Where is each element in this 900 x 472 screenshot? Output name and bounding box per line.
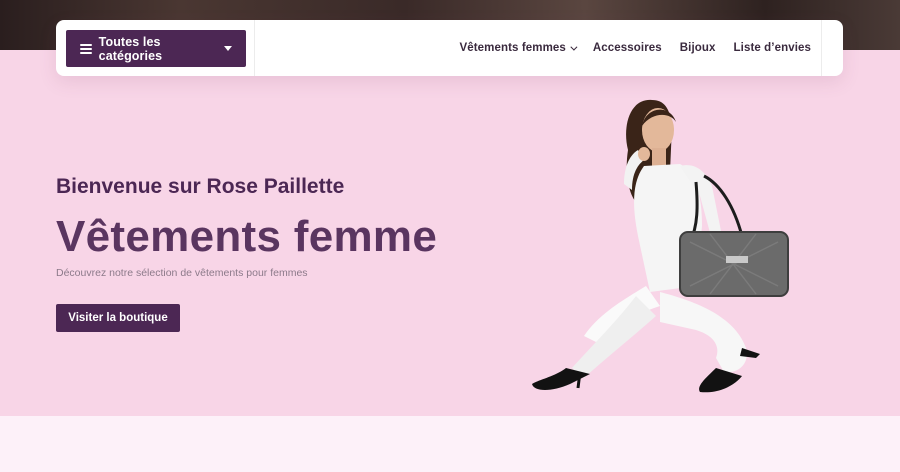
nav-item-label: Liste d’envies bbox=[733, 42, 811, 54]
nav-item-accessoires[interactable]: Accessoires bbox=[593, 42, 662, 54]
hero-welcome-text: Bienvenue sur Rose Paillette bbox=[56, 175, 345, 198]
nav-item-vetements-femmes[interactable]: Vêtements femmes bbox=[459, 42, 578, 54]
all-categories-button[interactable]: Toutes les catégories bbox=[66, 30, 246, 67]
nav-item-bijoux[interactable]: Bijoux bbox=[680, 42, 716, 54]
nav-divider bbox=[821, 20, 822, 76]
nav-item-label: Vêtements femmes bbox=[459, 42, 566, 54]
all-categories-label: Toutes les catégories bbox=[98, 34, 163, 63]
main-navigation: Toutes les catégories Vêtements femmes A… bbox=[56, 20, 843, 76]
caret-down-icon bbox=[224, 46, 232, 51]
hero-headline: Vêtements femme bbox=[56, 212, 438, 261]
hamburger-menu-icon bbox=[80, 43, 92, 54]
nav-item-label: Bijoux bbox=[679, 42, 716, 54]
nav-divider bbox=[254, 20, 255, 76]
hero-model-image bbox=[532, 99, 789, 393]
nav-item-liste-envies[interactable]: Liste d’envies bbox=[734, 42, 811, 54]
hero-subtitle: Découvrez notre sélection de vêtements p… bbox=[56, 267, 308, 279]
chevron-down-icon bbox=[570, 43, 578, 51]
nav-item-label: Accessoires bbox=[592, 42, 662, 54]
visit-shop-button[interactable]: Visiter la boutique bbox=[56, 304, 180, 332]
nav-menu: Vêtements femmes Accessoires Bijoux List… bbox=[459, 20, 811, 76]
content-section bbox=[0, 416, 900, 472]
